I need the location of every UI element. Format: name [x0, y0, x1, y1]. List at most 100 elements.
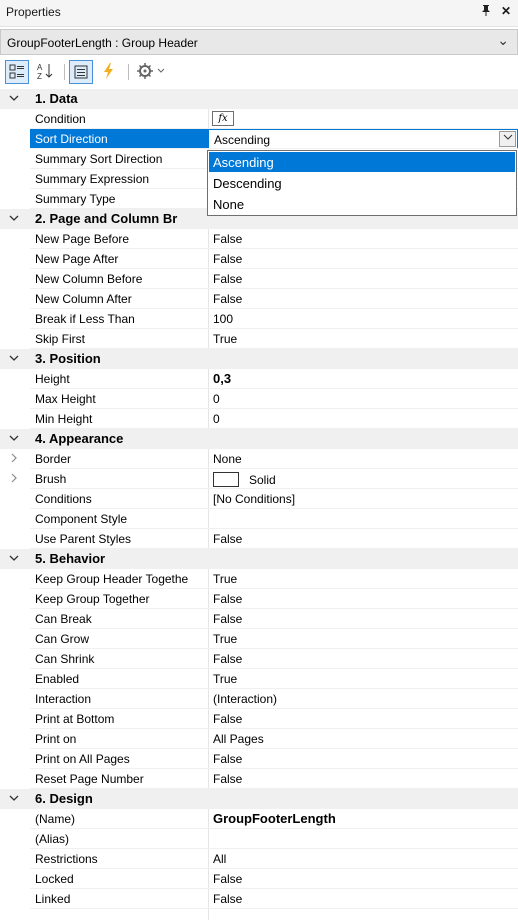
chevron-down-icon[interactable]: ⌄	[497, 32, 509, 49]
property-value[interactable]: False	[213, 232, 513, 246]
category-label: 5. Behavior	[35, 551, 106, 566]
property-row[interactable]: New Column Before False	[0, 269, 518, 289]
property-value[interactable]: False	[213, 292, 513, 306]
property-value[interactable]: False	[213, 652, 513, 666]
property-value[interactable]: False	[213, 592, 513, 606]
chevron-right-icon[interactable]	[8, 471, 22, 487]
property-row[interactable]: Height 0,3	[0, 369, 518, 389]
pin-icon[interactable]	[481, 4, 491, 19]
property-value[interactable]: (Interaction)	[213, 692, 513, 706]
property-row[interactable]: Keep Group Header Togethe True	[0, 569, 518, 589]
property-value[interactable]: True	[213, 332, 513, 346]
property-row[interactable]: Min Height 0	[0, 409, 518, 429]
property-name: Print on All Pages	[35, 752, 130, 766]
property-row[interactable]: Skip First True	[0, 329, 518, 349]
alphabetical-sort-button[interactable]: A Z	[35, 60, 59, 84]
dropdown-arrow-icon[interactable]	[499, 131, 516, 147]
property-row[interactable]: Interaction (Interaction)	[0, 689, 518, 709]
chevron-down-icon[interactable]	[8, 211, 22, 227]
property-value[interactable]: False	[213, 772, 513, 786]
property-row[interactable]: Locked False	[0, 869, 518, 889]
property-value[interactable]: False	[213, 752, 513, 766]
property-value[interactable]: False	[213, 252, 513, 266]
property-row[interactable]: New Page Before False	[0, 229, 518, 249]
close-icon[interactable]: ✕	[501, 4, 511, 18]
svg-text:A: A	[37, 63, 43, 72]
chevron-down-icon[interactable]	[8, 91, 22, 107]
category-row[interactable]: 1. Data	[0, 89, 518, 109]
property-name: Can Shrink	[35, 652, 95, 666]
property-row[interactable]: Enabled True	[0, 669, 518, 689]
chevron-down-icon[interactable]	[8, 551, 22, 567]
property-row[interactable]: Can Grow True	[0, 629, 518, 649]
property-row[interactable]: Max Height 0	[0, 389, 518, 409]
property-row[interactable]: Use Parent Styles False	[0, 529, 518, 549]
property-row[interactable]: Conditions [No Conditions]	[0, 489, 518, 509]
sort-direction-combobox[interactable]: Ascending	[208, 129, 518, 149]
property-row[interactable]: New Column After False	[0, 289, 518, 309]
properties-view-button[interactable]	[69, 60, 93, 84]
property-value[interactable]: True	[213, 672, 513, 686]
settings-button[interactable]	[134, 60, 168, 84]
chevron-down-icon[interactable]	[8, 431, 22, 447]
categorized-view-button[interactable]	[5, 60, 29, 84]
chevron-right-icon[interactable]	[8, 451, 22, 467]
chevron-down-icon[interactable]	[8, 791, 22, 807]
property-value[interactable]: False	[213, 612, 513, 626]
property-value[interactable]: All Pages	[213, 732, 513, 746]
property-value: Ascending	[214, 133, 271, 147]
property-row[interactable]: Component Style	[0, 509, 518, 529]
property-value[interactable]: 0	[213, 412, 513, 426]
category-label: 1. Data	[35, 91, 78, 106]
property-row[interactable]: Print on All Pages False	[0, 749, 518, 769]
property-value[interactable]: 0,3	[213, 371, 513, 386]
property-value[interactable]: GroupFooterLength	[213, 811, 513, 826]
property-row[interactable]: Border None	[0, 449, 518, 469]
property-row[interactable]: New Page After False	[0, 249, 518, 269]
expression-fx-button[interactable]: fx	[212, 111, 234, 126]
property-row[interactable]: Break if Less Than 100	[0, 309, 518, 329]
properties-toolbar: A Z	[0, 56, 518, 88]
dropdown-option[interactable]: None	[209, 194, 515, 214]
property-name: Component Style	[35, 512, 128, 526]
property-row[interactable]: Condition fx	[0, 109, 518, 129]
category-row[interactable]: 4. Appearance	[0, 429, 518, 449]
property-row[interactable]: Print on All Pages	[0, 729, 518, 749]
property-row[interactable]: Sort Direction Ascending	[0, 129, 518, 149]
property-row[interactable]: Print at Bottom False	[0, 709, 518, 729]
property-value[interactable]: 100	[213, 312, 513, 326]
property-value[interactable]: False	[213, 532, 513, 546]
property-value[interactable]: False	[213, 712, 513, 726]
property-value[interactable]: All	[213, 852, 513, 866]
dropdown-option[interactable]: Ascending	[209, 152, 515, 172]
property-value[interactable]: None	[213, 452, 513, 466]
chevron-down-icon[interactable]	[8, 351, 22, 367]
category-row[interactable]: 3. Position	[0, 349, 518, 369]
events-button[interactable]	[98, 60, 122, 84]
property-value[interactable]: [No Conditions]	[213, 492, 513, 506]
object-selector[interactable]: GroupFooterLength : Group Header ⌄	[0, 29, 518, 55]
property-name: Use Parent Styles	[35, 532, 132, 546]
property-row[interactable]: Can Break False	[0, 609, 518, 629]
dropdown-option[interactable]: Descending	[209, 173, 515, 193]
category-row[interactable]: 5. Behavior	[0, 549, 518, 569]
property-row[interactable]: Keep Group Together False	[0, 589, 518, 609]
property-value[interactable]: True	[213, 572, 513, 586]
property-row[interactable]: Can Shrink False	[0, 649, 518, 669]
toolbar-separator	[64, 64, 65, 80]
property-row[interactable]: Linked False	[0, 889, 518, 909]
property-value[interactable]: False	[213, 892, 513, 906]
property-value[interactable]: True	[213, 632, 513, 646]
property-value[interactable]: False	[213, 872, 513, 886]
property-row[interactable]: Reset Page Number False	[0, 769, 518, 789]
property-value[interactable]: False	[213, 272, 513, 286]
property-row[interactable]: Brush Solid	[0, 469, 518, 489]
property-row[interactable]: (Name) GroupFooterLength	[0, 809, 518, 829]
dropdown-option-label: Descending	[213, 176, 282, 191]
property-row[interactable]: Restrictions All	[0, 849, 518, 869]
property-row[interactable]: (Alias)	[0, 829, 518, 849]
category-row[interactable]: 6. Design	[0, 789, 518, 809]
property-value[interactable]: Solid	[213, 472, 513, 487]
property-name: Can Break	[35, 612, 92, 626]
property-value[interactable]: 0	[213, 392, 513, 406]
